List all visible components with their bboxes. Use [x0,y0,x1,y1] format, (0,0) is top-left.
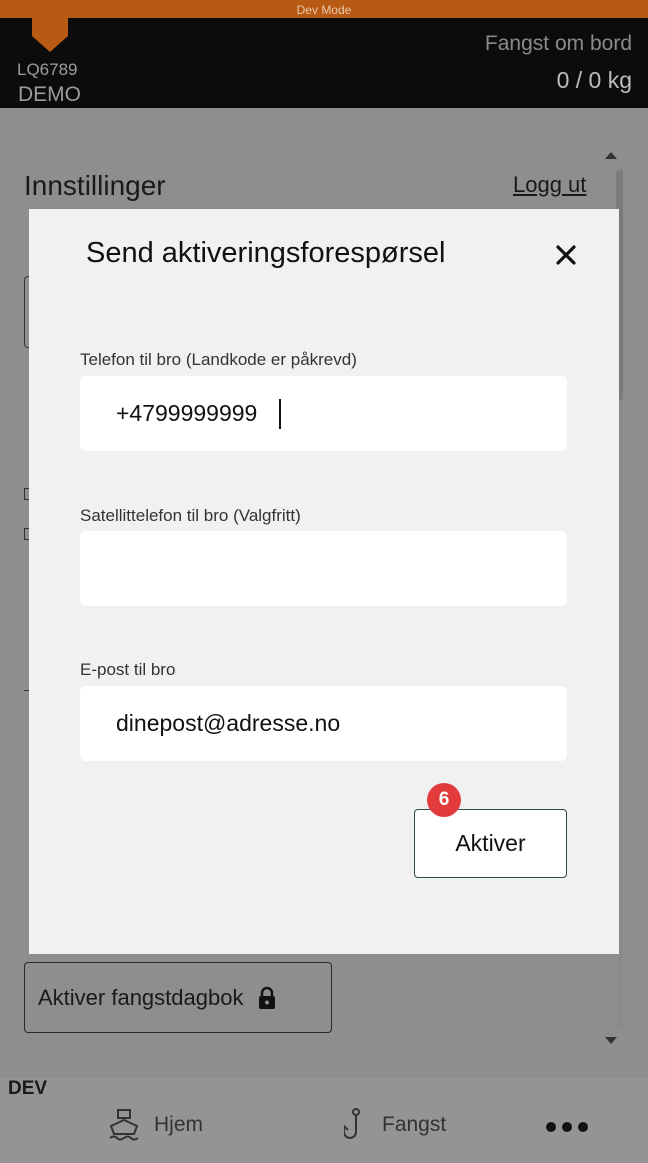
text-cursor [279,399,281,429]
page-title: Innstillinger [24,170,166,201]
logout-link[interactable]: Logg ut [513,172,586,198]
more-menu-icon[interactable] [546,1122,588,1132]
nav-catch-label: Fangst [382,1113,447,1136]
close-icon[interactable] [554,243,578,267]
vessel-name: DEMO [18,83,81,106]
boat-icon [109,1109,139,1141]
email-field-label: E-post til bro [80,660,176,679]
nav-catch[interactable]: Fangst [344,1108,446,1142]
satellite-phone-input[interactable] [80,531,567,606]
scroll-down-arrow-icon[interactable] [605,1037,617,1044]
vessel-callsign: LQ6789 [17,60,78,79]
activate-logbook-label: Aktiver fangstdagbok [38,984,244,1010]
bottom-navigation: DEV Hjem Fangst [0,1078,648,1163]
dialog-title: Send aktiveringsforespørsel [86,237,446,269]
activate-button-label: Aktiver [455,830,526,856]
email-input[interactable] [80,686,567,761]
phone-field-label: Telefon til bro (Landkode er påkrevd) [80,350,357,369]
phone-input[interactable] [80,376,567,451]
catch-on-board-label: Fangst om bord [484,32,632,55]
top-header: LQ6789 DEMO Fangst om bord 0 / 0 kg [0,18,648,108]
scroll-up-arrow-icon[interactable] [605,152,617,159]
dev-mode-banner: Dev Mode [0,0,648,18]
location-pin-icon [32,18,68,52]
catch-on-board-value: 0 / 0 kg [556,67,632,93]
nav-home[interactable]: Hjem [108,1108,203,1142]
nav-home-label: Hjem [154,1113,204,1136]
activation-request-dialog: Send aktiveringsforespørsel Telefon til … [29,209,619,954]
satellite-phone-field-label: Satellittelefon til bro (Valgfritt) [80,506,301,525]
lock-icon [259,986,276,1009]
environment-label: DEV [8,1078,48,1099]
activate-button[interactable]: Aktiver [414,809,567,878]
step-badge: 6 [427,783,461,817]
activate-logbook-button[interactable]: Aktiver fangstdagbok [24,962,332,1033]
fish-hook-icon [344,1108,360,1139]
